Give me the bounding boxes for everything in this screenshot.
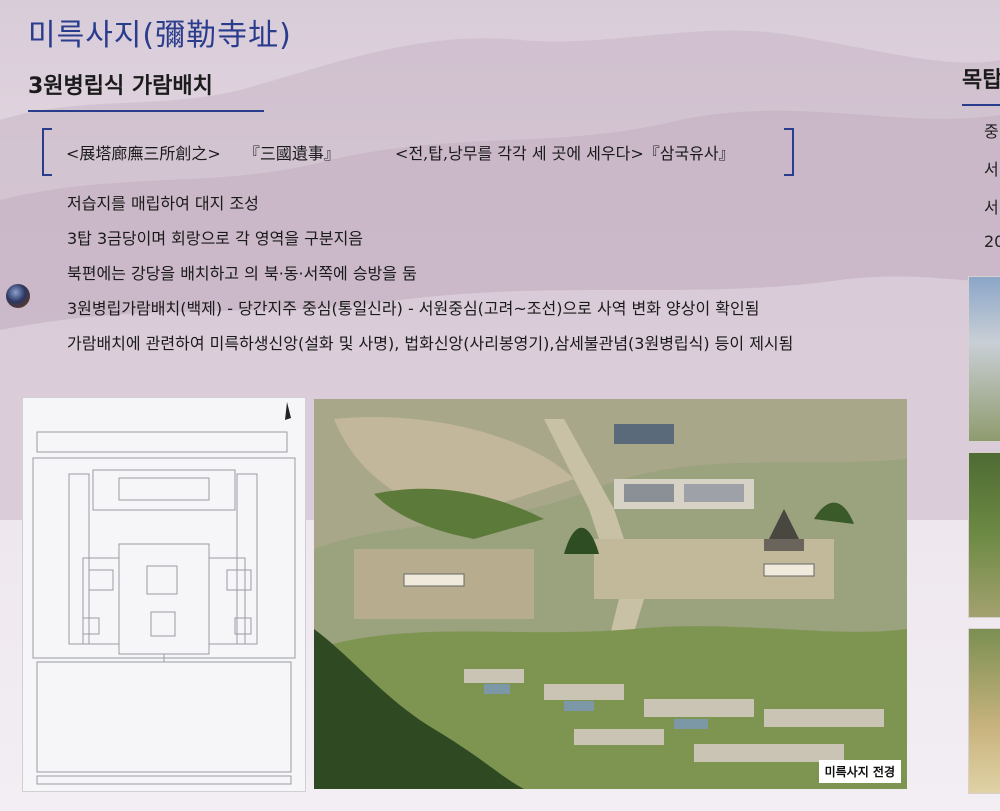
left-bracket [42,128,52,176]
description-list: 저습지를 매립하여 대지 조성 3탑 3금당이며 회랑으로 각 영역을 구분지음… [67,190,793,365]
side-photo-thumbnail [968,452,1000,618]
right-line: 20 [984,232,1000,251]
site-plan-drawing [22,397,306,792]
right-line: 서 [984,160,999,179]
quote-korean: <전,탑,낭무를 각각 세 곳에 세우다>『삼국유사』 [395,144,735,163]
quote-hanja: <展塔廊廡三所創之> [66,144,221,163]
list-item: 북편에는 강당을 배치하고 의 북·동·서쪽에 승방을 둠 [67,264,417,283]
section-subtitle: 3원병립식 가람배치 [28,68,264,112]
right-section-lines: 중 서 서 20 [984,118,1000,270]
site-plan-svg [32,402,296,785]
right-bracket [784,128,794,176]
list-item: 3원병립가람배치(백제) - 당간지주 중심(통일신라) - 서원중심(고려~조… [67,299,760,318]
side-photo-thumbnail [968,276,1000,442]
list-item: 3탑 3금당이며 회랑으로 각 영역을 구분지음 [67,229,364,248]
site-aerial-photo: 미륵사지 전경 [314,399,907,789]
list-item: 저습지를 매립하여 대지 조성 [67,194,259,213]
right-line: 서 [984,198,999,217]
right-line: 중 [984,122,999,141]
list-item: 가람배치에 관련하여 미륵하생신앙(설화 및 사명), 법화신앙(사리봉영기),… [67,334,794,353]
photo-caption: 미륵사지 전경 [818,760,901,783]
quote-box: <展塔廊廡三所創之> 『三國遺事』 <전,탑,낭무를 각각 세 곳에 세우다>『… [42,128,794,176]
quote-text: <展塔廊廡三所創之> 『三國遺事』 <전,탑,낭무를 각각 세 곳에 세우다>『… [66,140,753,164]
right-section-title: 목탑 [962,62,1000,106]
pin-marker-icon [6,284,30,308]
quote-source-hanja: 『三國遺事』 [243,144,340,163]
page-title: 미륵사지(彌勒寺址) [28,18,292,53]
aerial-photo-svg [314,399,907,789]
side-photo-thumbnail [968,628,1000,794]
